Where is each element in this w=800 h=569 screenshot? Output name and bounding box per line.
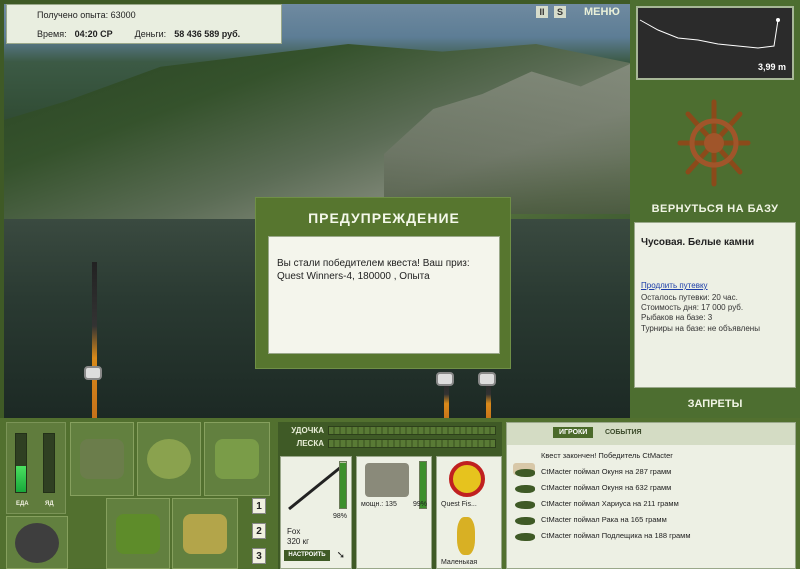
reel-icon	[478, 372, 496, 386]
status-bars: ЕДА ЯД	[6, 422, 66, 514]
reel-slot[interactable]: мощн.: 135 99%	[356, 456, 432, 569]
rod-condition-meter	[339, 461, 347, 509]
day-cost: Стоимость дня: 17 000 руб.	[641, 303, 744, 312]
depth-map: 3,99 m	[636, 6, 794, 80]
rod-condition-fill	[340, 462, 346, 508]
event-item: CtMacter поймал Окуня на 632 грамм	[541, 483, 672, 492]
fish-icon	[515, 533, 535, 541]
pause-icon[interactable]: II	[536, 6, 548, 18]
warning-line-2: Quest Winners-4, 180000 , Опыта	[277, 271, 430, 282]
tools-slot[interactable]	[204, 422, 270, 496]
time-value: 04:20 СР	[74, 29, 113, 39]
sound-icon[interactable]: S	[554, 6, 566, 18]
bucket-icon	[183, 513, 227, 554]
bag-icon	[147, 439, 191, 479]
inventory-page-1[interactable]: 1	[252, 498, 266, 514]
backpack-slot[interactable]	[70, 422, 134, 496]
reel-icon	[365, 463, 409, 497]
time-label: Время:	[37, 29, 67, 39]
event-item: Квест закончен! Победитель CtMacter	[541, 451, 673, 460]
tab-events[interactable]: СОБЫТИЯ	[599, 427, 648, 438]
events-panel: ИГРОКИ СОБЫТИЯ Квест закончен! Победител…	[506, 422, 796, 569]
top-controls: II S МЕНЮ	[536, 6, 620, 18]
basket-slot[interactable]	[106, 498, 170, 569]
menu-button[interactable]: МЕНЮ	[584, 6, 620, 18]
rod-tension-bar	[328, 426, 496, 435]
bucket-slot[interactable]	[172, 498, 238, 569]
ship-wheel-icon[interactable]	[676, 96, 752, 190]
depth-value: 3,99 m	[757, 62, 786, 72]
restrictions-button[interactable]: ЗАПРЕТЫ	[636, 398, 794, 410]
poison-bar	[43, 433, 55, 493]
time-money-row: Время: 04:20 СР Деньги: 58 436 589 руб.	[37, 29, 262, 39]
line-tension-bar	[328, 439, 496, 448]
reel-icon	[436, 372, 454, 386]
backpack-icon	[80, 439, 124, 479]
tab-players[interactable]: ИГРОКИ	[553, 427, 594, 438]
base-info-panel: Чусовая. Белые камни Продлить путевку Ос…	[634, 222, 796, 388]
warning-title: ПРЕДУПРЕЖДЕНИЕ	[308, 210, 460, 226]
warning-dialog[interactable]: ПРЕДУПРЕЖДЕНИЕ Вы стали победителем квес…	[255, 197, 511, 369]
fish-icon	[515, 517, 535, 525]
events-tabs: ИГРОКИ СОБЫТИЯ	[507, 423, 795, 445]
reel-icon	[84, 366, 102, 380]
rod-label: УДОЧКА	[291, 426, 324, 435]
cauldron-icon	[15, 522, 59, 563]
rod-name: Fox	[287, 527, 301, 536]
bag-slot[interactable]	[137, 422, 201, 496]
inventory-page-2[interactable]: 2	[252, 523, 266, 539]
food-basket-icon	[116, 513, 160, 554]
fishers-count: Рыбаков на базе: 3	[641, 313, 713, 322]
rod-percent: 98%	[332, 513, 347, 520]
event-item: CtMacter поймал Хариуса на 211 грамм	[541, 499, 679, 508]
line-spool-icon	[449, 461, 485, 497]
experience-text: Получено опыта: 63000	[37, 10, 136, 20]
event-item: CtMacter поймал Рака на 165 грамм	[541, 515, 667, 524]
tournaments-status: Турниры на базе: не объявлены	[641, 324, 760, 333]
rod-icon	[288, 465, 342, 511]
float-marker	[776, 18, 780, 22]
rod-weight: 320 кг	[287, 537, 309, 546]
rod-slot[interactable]: 98% Fox 320 кг НАСТРОИТЬ ➘	[280, 456, 352, 569]
line-label: ЛЕСКА	[296, 439, 324, 448]
money-label: Деньги:	[134, 29, 167, 39]
arrow-icon: ➘	[336, 550, 345, 561]
fishing-rod-1[interactable]	[92, 262, 97, 418]
poison-label: ЯД	[45, 501, 54, 507]
fish-icon	[515, 501, 535, 509]
player-info-panel: Получено опыта: 63000 Время: 04:20 СР День…	[6, 4, 282, 44]
line-slot[interactable]: Quest Fis... Маленькая	[436, 456, 502, 569]
location-name: Чусовая. Белые камни	[641, 237, 755, 248]
food-label: ЕДА	[16, 501, 29, 507]
reel-percent: 99%	[412, 501, 427, 508]
fish-icon	[515, 485, 535, 493]
event-item: CtMacter поймал Окуня на 287 грамм	[541, 467, 672, 476]
return-to-base-button[interactable]: ВЕРНУТЬСЯ НА БАЗУ	[636, 203, 794, 215]
food-bar	[15, 433, 27, 493]
permit-remaining: Осталось путевки: 20 час.	[641, 293, 738, 302]
line-name: Quest Fis...	[441, 501, 477, 508]
lure-icon	[457, 517, 475, 555]
reel-power: мощн.: 135	[361, 501, 397, 508]
warning-message-box: Вы стали победителем квеста! Ваш приз: Q…	[268, 236, 500, 354]
cauldron-slot[interactable]	[6, 516, 68, 569]
food-bar-fill	[16, 465, 26, 492]
lure-name: Маленькая	[441, 559, 478, 566]
extend-permit-link[interactable]: Продлить путевку	[641, 281, 708, 290]
event-item: CtMacter поймал Подлещика на 188 грамм	[541, 531, 691, 540]
inventory-page-3[interactable]: 3	[252, 548, 266, 564]
money-value: 58 436 589 руб.	[174, 29, 241, 39]
warning-line-1: Вы стали победителем квеста! Ваш приз:	[277, 258, 470, 269]
tools-icon	[215, 439, 259, 479]
setup-button[interactable]: НАСТРОИТЬ	[284, 550, 330, 561]
fish-icon	[515, 469, 535, 477]
